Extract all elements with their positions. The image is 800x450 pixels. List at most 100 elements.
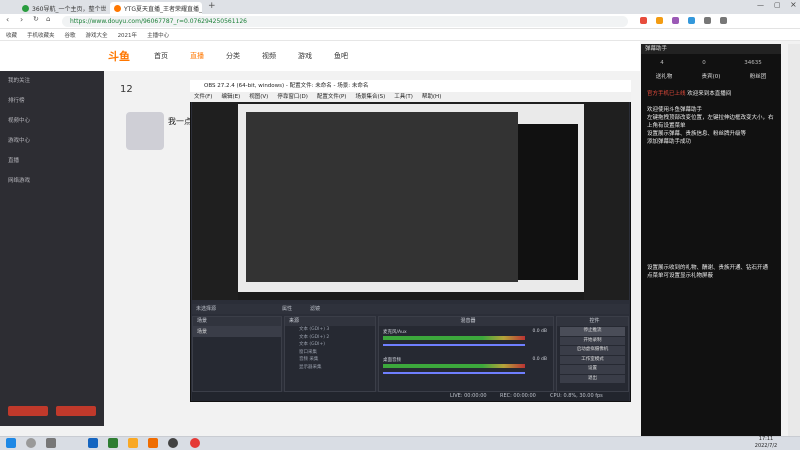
rec-status: REC: 00:00:00 [500, 393, 536, 399]
sidebar-item-netgame[interactable]: 网络游戏 [8, 176, 30, 184]
page-scrollbar[interactable] [788, 44, 800, 436]
settings-button[interactable]: 设置 [560, 365, 625, 374]
obs-icon[interactable] [168, 438, 178, 448]
reload-icon[interactable]: ↻ [33, 15, 39, 23]
edge-icon[interactable] [88, 438, 98, 448]
sidebar-item-live[interactable]: 直播 [8, 156, 19, 164]
sidebar-item-follow[interactable]: 我的关注 [8, 76, 30, 84]
sidebar-action-button[interactable] [56, 406, 96, 416]
danmu-assistant-panel: 弹幕助手 4 0 34635 送礼物 贵宾(0) 粉丝团 官方手机已上线 欢迎来… [641, 44, 781, 436]
volume-slider[interactable] [383, 344, 525, 346]
menu-file[interactable]: 文件(F) [194, 92, 212, 102]
bookmark-item[interactable]: 谷歌 [65, 31, 76, 39]
minimize-icon[interactable]: — [757, 1, 764, 9]
menu-profile[interactable]: 配置文件(P) [317, 92, 347, 102]
browser-tab-2[interactable]: YTG夏天直播_王者荣耀直播_ [110, 2, 202, 14]
bookmark-item[interactable]: 收藏 [6, 31, 17, 39]
stop-streaming-button[interactable]: 停止推流 [560, 327, 625, 336]
bookmark-item[interactable]: 游戏大全 [86, 31, 108, 39]
back-icon[interactable]: ‹ [6, 15, 9, 24]
menu-scene-collection[interactable]: 场景集合(S) [355, 92, 385, 102]
douyu-logo[interactable]: 斗鱼 [108, 48, 130, 64]
sidebar-item-video[interactable]: 视频中心 [8, 116, 30, 124]
source-item[interactable]: 文本 (GDI+) 2 [299, 334, 375, 342]
scenes-panel: 场景 场景 [192, 316, 282, 392]
browser-icon[interactable] [108, 438, 118, 448]
tab-fans[interactable]: 粉丝团 [750, 72, 767, 80]
chat-message: 欢迎使用斗鱼弹幕助手 [647, 107, 703, 113]
volume-slider[interactable] [383, 372, 525, 374]
extension-icon[interactable] [688, 17, 695, 24]
nav-live[interactable]: 直播 [190, 51, 204, 61]
new-tab-icon[interactable]: + [208, 1, 216, 11]
source-item[interactable]: 显示器采集 [299, 364, 375, 372]
extension-icon[interactable] [672, 17, 679, 24]
chat-message: 设置展示弹幕、贵族信息、粉丝牌升级等 [647, 131, 747, 137]
extension-icon[interactable] [640, 17, 647, 24]
menu-view[interactable]: 视图(V) [249, 92, 268, 102]
download-icon[interactable] [704, 17, 711, 24]
obs-preview-canvas[interactable] [238, 104, 584, 300]
panel-header: 来源 [285, 317, 375, 326]
task-view-icon[interactable] [46, 438, 56, 448]
room-number: 12 [120, 84, 133, 95]
streamer-avatar[interactable] [126, 112, 164, 150]
bookmarks-bar: 收藏 手机收藏夹 谷歌 游戏大全 2021年 主播中心 [0, 29, 800, 41]
app-icon[interactable] [148, 438, 158, 448]
exit-button[interactable]: 退出 [560, 374, 625, 383]
close-icon[interactable]: × [790, 0, 797, 9]
bookmark-item[interactable]: 主播中心 [147, 31, 169, 39]
nav-fishbar[interactable]: 鱼吧 [334, 51, 348, 61]
app-icon[interactable] [190, 438, 200, 448]
chat-title: 弹幕助手 [641, 44, 781, 54]
scene-item[interactable]: 场景 [193, 326, 281, 337]
alert-text: 官方手机已上线 [647, 91, 686, 97]
studio-mode-button[interactable]: 工作室模式 [560, 355, 625, 364]
tab-title: YTG夏天直播_王者荣耀直播_ [124, 5, 202, 13]
nav-game[interactable]: 游戏 [298, 51, 312, 61]
home-icon[interactable]: ⌂ [46, 15, 50, 23]
virtual-camera-button[interactable]: 启动虚拟摄像机 [560, 346, 625, 355]
search-icon[interactable] [26, 438, 36, 448]
stat-value: 0 [702, 60, 706, 66]
bookmark-item[interactable]: 手机收藏夹 [27, 31, 55, 39]
sidebar-item-game[interactable]: 游戏中心 [8, 136, 30, 144]
sidebar-action-button[interactable] [8, 406, 48, 416]
nested-capture [246, 112, 518, 282]
mixer-channel-label: 麦克风/Aux [383, 330, 407, 335]
panel-header: 场景 [193, 317, 281, 326]
forward-icon[interactable]: › [20, 15, 23, 24]
filters-button[interactable]: 滤镜 [310, 304, 320, 314]
source-item[interactable]: 文本 (GDI+) [299, 341, 375, 349]
sources-panel: 来源 文本 (GDI+) 3 文本 (GDI+) 2 文本 (GDI+) 窗口采… [284, 316, 376, 392]
source-item[interactable]: 窗口采集 [299, 349, 375, 357]
taskbar-clock[interactable]: 17:11 2022/7/2 [750, 436, 782, 450]
start-recording-button[interactable]: 开始录制 [560, 336, 625, 345]
extension-icon[interactable] [656, 17, 663, 24]
tab-gift[interactable]: 送礼物 [656, 72, 673, 80]
menu-edit[interactable]: 编辑(E) [221, 92, 240, 102]
windows-start-icon[interactable] [6, 438, 16, 448]
nested-taskbar [238, 292, 584, 300]
nav-video[interactable]: 视频 [262, 51, 276, 61]
live-status: LIVE: 00:00:00 [450, 393, 487, 399]
menu-tools[interactable]: 工具(T) [394, 92, 413, 102]
menu-icon[interactable] [720, 17, 727, 24]
maximize-icon[interactable]: ▢ [774, 1, 781, 9]
source-item[interactable]: 音频 采集 [299, 356, 375, 364]
nav-home[interactable]: 首页 [154, 51, 168, 61]
properties-button[interactable]: 属性 [282, 304, 292, 314]
menu-docks[interactable]: 停靠窗口(D) [277, 92, 308, 102]
douyu-top-nav: 斗鱼 首页 直播 分类 视频 游戏 鱼吧 [0, 41, 640, 71]
menu-help[interactable]: 帮助(H) [422, 92, 441, 102]
nav-category[interactable]: 分类 [226, 51, 240, 61]
app-icon[interactable] [128, 438, 138, 448]
tab-vip[interactable]: 贵宾(0) [702, 72, 721, 80]
extension-icons [640, 17, 790, 26]
url-input[interactable]: https://www.douyu.com/96067787_r=0.07629… [62, 16, 628, 27]
source-item[interactable]: 文本 (GDI+) 3 [299, 326, 375, 334]
browser-tab-1[interactable]: 360导航_一个主页，整个世界 [18, 2, 106, 14]
sidebar-item-rank[interactable]: 排行榜 [8, 96, 25, 104]
panel-header: 控件 [557, 317, 628, 326]
bookmark-item[interactable]: 2021年 [118, 31, 138, 39]
